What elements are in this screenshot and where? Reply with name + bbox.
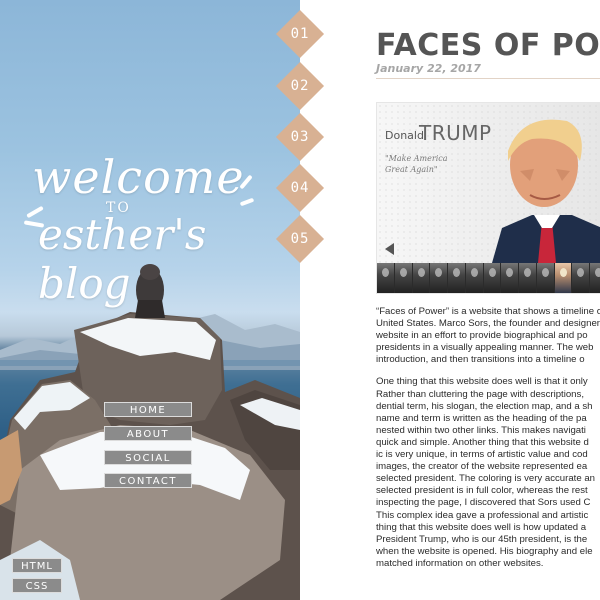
- post-content: FACES OF POWER January 22, 2017 Donald T…: [300, 0, 600, 600]
- screenshot-quote: "Make America Great Again": [385, 154, 448, 174]
- nav-about-button[interactable]: ABOUT: [104, 426, 192, 441]
- hero-panel: welcome TO esther's blog HOME ABOUT SOCI…: [0, 0, 300, 600]
- president-thumbnail[interactable]: [572, 263, 590, 293]
- president-thumbnail[interactable]: [412, 263, 430, 293]
- post-title: FACES OF POWER: [376, 28, 600, 63]
- welcome-heading: welcome TO esther's blog: [23, 150, 268, 308]
- president-thumbnail[interactable]: [519, 263, 536, 293]
- diamond-nav-04[interactable]: 04: [275, 163, 325, 213]
- paragraph-1: “Faces of Power” is a website that shows…: [376, 306, 600, 366]
- post-date: January 22, 2017: [376, 62, 481, 75]
- diamond-nav-01[interactable]: 01: [275, 9, 325, 59]
- diamond-nav-05[interactable]: 05: [275, 214, 325, 264]
- president-thumbnail[interactable]: [590, 263, 600, 293]
- president-thumbnail-strip: [377, 263, 600, 293]
- diamond-number: 03: [290, 129, 310, 145]
- title-divider: [376, 78, 600, 79]
- nav-social-button[interactable]: SOCIAL: [104, 450, 192, 465]
- welcome-word: welcome: [32, 150, 245, 204]
- diamond-number: 04: [290, 180, 310, 196]
- president-thumbnail[interactable]: [430, 263, 448, 293]
- president-thumbnail-active[interactable]: [554, 263, 572, 293]
- website-screenshot: Donald TRUMP "Make America Great Again": [376, 102, 600, 294]
- tag-css-button[interactable]: CSS: [12, 578, 62, 593]
- welcome-blog-name: esther's blog: [38, 210, 207, 308]
- president-thumbnail[interactable]: [465, 263, 483, 293]
- president-thumbnail[interactable]: [483, 263, 501, 293]
- tag-html-button[interactable]: HTML: [12, 558, 62, 573]
- diamond-nav-02[interactable]: 02: [275, 61, 325, 111]
- diamond-number: 05: [290, 231, 310, 247]
- president-thumbnail[interactable]: [394, 263, 412, 293]
- diamond-number: 02: [290, 78, 310, 94]
- president-thumbnail[interactable]: [377, 263, 394, 293]
- paragraph-2: One thing that this website does well is…: [376, 376, 595, 569]
- diamond-number: 01: [290, 26, 310, 42]
- president-thumbnail[interactable]: [448, 263, 465, 293]
- post-body: “Faces of Power” is a website that shows…: [376, 306, 600, 580]
- president-thumbnail[interactable]: [536, 263, 554, 293]
- nav-contact-button[interactable]: CONTACT: [104, 473, 192, 488]
- previous-arrow-icon[interactable]: [385, 243, 394, 255]
- president-portrait: [492, 119, 600, 263]
- nav-home-button[interactable]: HOME: [104, 402, 192, 417]
- diamond-nav-03[interactable]: 03: [275, 112, 325, 162]
- president-thumbnail[interactable]: [501, 263, 519, 293]
